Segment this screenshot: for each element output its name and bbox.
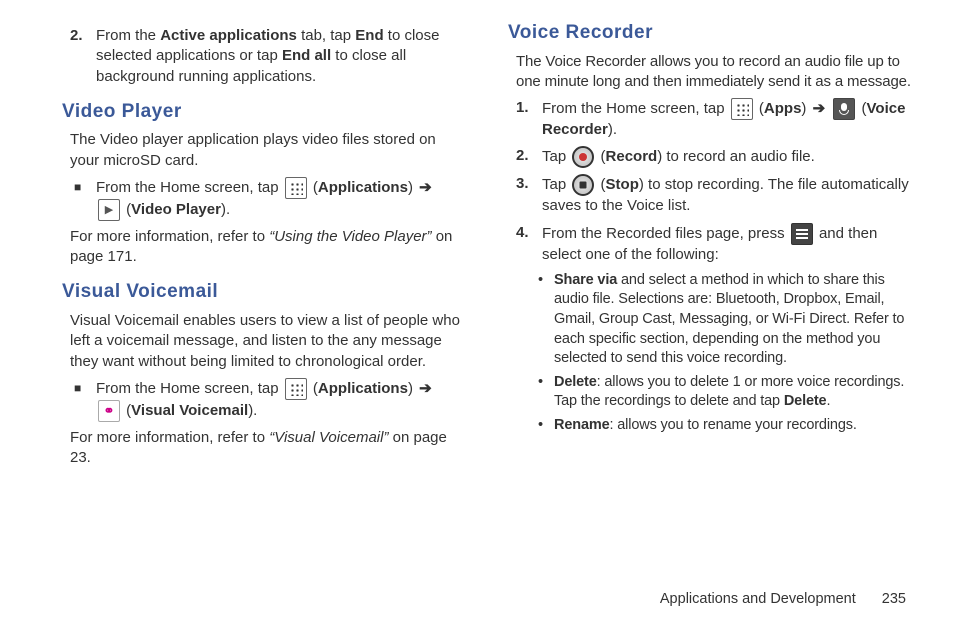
bold: Record	[606, 148, 658, 165]
voice-recorder-desc: The Voice Recorder allows you to record …	[516, 52, 914, 93]
text: : allows you to rename your recordings.	[610, 417, 857, 433]
step-number: 2.	[516, 146, 542, 166]
bold: Rename	[554, 417, 610, 433]
apps-grid-icon	[731, 98, 753, 120]
active-apps-step2: 2. From the Active applications tab, tap…	[70, 26, 468, 87]
visual-voicemail-ref: For more information, refer to “Visual V…	[70, 428, 468, 469]
voice-recorder-icon	[833, 98, 855, 120]
voice-recorder-step4: 4. From the Recorded files page, press a…	[516, 223, 914, 265]
sub-body: Delete: allows you to delete 1 or more v…	[554, 373, 914, 412]
page-content: 2. From the Active applications tab, tap…	[0, 0, 954, 472]
step-number: 1.	[516, 98, 542, 118]
visual-voicemail-desc: Visual Voicemail enables users to view a…	[70, 311, 468, 372]
step-body: From the Recorded files page, press and …	[542, 223, 914, 265]
bold: Active applications	[160, 27, 297, 44]
video-player-desc: The Video player application plays video…	[70, 130, 468, 171]
text: .	[826, 393, 830, 409]
stop-icon	[572, 174, 594, 196]
arrow-icon: ➔	[419, 179, 432, 196]
visual-voicemail-step: ■ From the Home screen, tap (Application…	[74, 378, 468, 422]
sub-body: Share via and select a method in which t…	[554, 271, 914, 369]
menu-icon	[791, 223, 813, 245]
bold: End all	[282, 47, 331, 64]
step-body: From the Home screen, tap (Apps) ➔ (Voic…	[542, 98, 914, 140]
video-player-step: ■ From the Home screen, tap (Application…	[74, 177, 468, 221]
page-footer: Applications and Development 235	[660, 590, 906, 610]
step-body: From the Home screen, tap (Applications)…	[96, 177, 468, 221]
text: : allows you to delete 1 or more voice r…	[554, 374, 904, 410]
bold: Visual Voicemail	[131, 402, 248, 419]
footer-section: Applications and Development	[660, 591, 856, 607]
text: tab, tap	[297, 27, 355, 44]
right-column: Voice Recorder The Voice Recorder allows…	[508, 20, 914, 472]
voice-recorder-step3: 3. Tap (Stop) to stop recording. The fil…	[516, 174, 914, 216]
text: From the Home screen, tap	[542, 100, 729, 117]
bold: Apps	[764, 100, 802, 117]
bullet-dot: •	[538, 373, 554, 393]
ref-title: “Using the Video Player”	[269, 228, 431, 245]
heading-video-player: Video Player	[62, 99, 468, 125]
bold: Share via	[554, 272, 617, 288]
sub-delete: • Delete: allows you to delete 1 or more…	[538, 373, 914, 412]
bold: Delete	[554, 374, 597, 390]
video-player-ref: For more information, refer to “Using th…	[70, 227, 468, 268]
arrow-icon: ➔	[419, 380, 432, 397]
text: ) to stop recording. The file automatica…	[542, 176, 909, 214]
text: From the Home screen, tap	[96, 179, 283, 196]
bold: Applications	[318, 380, 408, 397]
text: From the Home screen, tap	[96, 380, 283, 397]
sub-body: Rename: allows you to rename your record…	[554, 416, 857, 436]
left-column: 2. From the Active applications tab, tap…	[62, 20, 468, 472]
arrow-icon: ➔	[813, 100, 826, 117]
step-body: From the Home screen, tap (Applications)…	[96, 378, 468, 422]
apps-grid-icon	[285, 177, 307, 199]
voice-recorder-step1: 1. From the Home screen, tap (Apps) ➔ (V…	[516, 98, 914, 140]
heading-visual-voicemail: Visual Voicemail	[62, 279, 468, 305]
record-icon	[572, 146, 594, 168]
step-body: From the Active applications tab, tap En…	[96, 26, 468, 87]
heading-voice-recorder: Voice Recorder	[508, 20, 914, 46]
voice-recorder-step2: 2. Tap (Record) to record an audio file.	[516, 146, 914, 168]
step-body: Tap (Record) to record an audio file.	[542, 146, 914, 168]
bold: End	[355, 27, 383, 44]
apps-grid-icon	[285, 378, 307, 400]
voicemail-icon: ⚭	[98, 400, 120, 422]
bullet-dot: •	[538, 416, 554, 436]
text: For more information, refer to	[70, 429, 269, 446]
step-number: 3.	[516, 174, 542, 194]
text: ) to record an audio file.	[657, 148, 815, 165]
footer-page-number: 235	[882, 591, 906, 607]
text: From the	[96, 27, 160, 44]
bullet-icon: ■	[74, 177, 96, 197]
bold: Video Player	[131, 201, 221, 218]
sub-rename: • Rename: allows you to rename your reco…	[538, 416, 914, 436]
text: Tap	[542, 176, 570, 193]
ref-title: “Visual Voicemail”	[269, 429, 388, 446]
bold: Applications	[318, 179, 408, 196]
text: Tap	[542, 148, 570, 165]
bullet-dot: •	[538, 271, 554, 291]
bullet-icon: ■	[74, 378, 96, 398]
sub-share-via: • Share via and select a method in which…	[538, 271, 914, 369]
step-body: Tap (Stop) to stop recording. The file a…	[542, 174, 914, 216]
text: For more information, refer to	[70, 228, 269, 245]
bold: Stop	[606, 176, 639, 193]
step-number: 2.	[70, 26, 96, 46]
step-number: 4.	[516, 223, 542, 243]
video-player-icon: ▶	[98, 199, 120, 221]
text: From the Recorded files page, press	[542, 225, 789, 242]
bold: Delete	[784, 393, 827, 409]
